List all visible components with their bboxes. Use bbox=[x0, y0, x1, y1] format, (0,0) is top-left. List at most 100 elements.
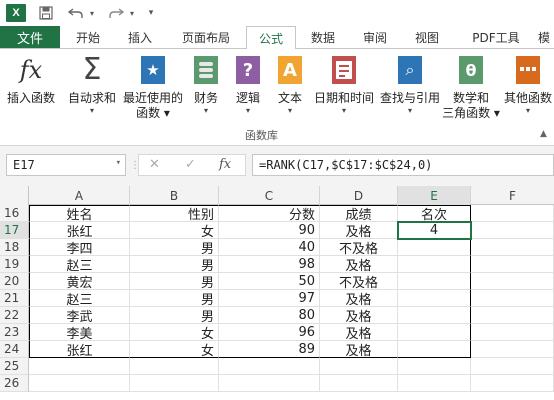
cell-e19[interactable] bbox=[398, 256, 471, 273]
cell-c16[interactable]: 分数 bbox=[219, 205, 320, 222]
tab-view[interactable]: 视图 bbox=[404, 26, 450, 48]
cell-b16[interactable]: 性别 bbox=[130, 205, 219, 222]
cell-e16[interactable]: 名次 bbox=[398, 205, 471, 222]
cell-d26[interactable] bbox=[320, 375, 398, 392]
redo-dropdown-icon[interactable]: ▾ bbox=[126, 3, 138, 23]
insert-function-icon[interactable]: fx bbox=[219, 157, 231, 172]
cell-a26[interactable] bbox=[29, 375, 130, 392]
cell-e21[interactable] bbox=[398, 290, 471, 307]
cell-b17[interactable]: 女 bbox=[130, 222, 219, 239]
cell-c25[interactable] bbox=[219, 358, 320, 375]
undo-icon[interactable] bbox=[66, 3, 86, 23]
undo-dropdown-icon[interactable]: ▾ bbox=[86, 3, 98, 23]
cell-e22[interactable] bbox=[398, 307, 471, 324]
cell-d19[interactable]: 及格 bbox=[320, 256, 398, 273]
cell-a20[interactable]: 黄宏 bbox=[29, 273, 130, 290]
cell-d17[interactable]: 及格 bbox=[320, 222, 398, 239]
cell-e24[interactable] bbox=[398, 341, 471, 358]
cell-f18[interactable] bbox=[471, 239, 554, 256]
row-header[interactable]: 21 bbox=[0, 290, 29, 307]
cell-d20[interactable]: 不及格 bbox=[320, 273, 398, 290]
cell-a16[interactable]: 姓名 bbox=[29, 205, 130, 222]
cell-c18[interactable]: 40 bbox=[219, 239, 320, 256]
cell-c17[interactable]: 90 bbox=[219, 222, 320, 239]
cell-c22[interactable]: 80 bbox=[219, 307, 320, 324]
cell-f24[interactable] bbox=[471, 341, 554, 358]
cell-b23[interactable]: 女 bbox=[130, 324, 219, 341]
cell-f26[interactable] bbox=[471, 375, 554, 392]
cell-b18[interactable]: 男 bbox=[130, 239, 219, 256]
column-header-f[interactable]: F bbox=[471, 186, 554, 205]
math-trig-button[interactable]: θ 数学和 三角函数 ▾ bbox=[440, 55, 502, 121]
cell-d25[interactable] bbox=[320, 358, 398, 375]
cell-b24[interactable]: 女 bbox=[130, 341, 219, 358]
cell-f22[interactable] bbox=[471, 307, 554, 324]
cell-e18[interactable] bbox=[398, 239, 471, 256]
cell-c26[interactable] bbox=[219, 375, 320, 392]
tab-formulas[interactable]: 公式 bbox=[246, 26, 296, 49]
cell-a23[interactable]: 李美 bbox=[29, 324, 130, 341]
autosum-button[interactable]: Σ 自动求和 ▾ bbox=[66, 55, 118, 116]
column-header-b[interactable]: B bbox=[130, 186, 219, 205]
insert-function-button[interactable]: fx 插入函数 bbox=[4, 55, 58, 106]
cell-d24[interactable]: 及格 bbox=[320, 341, 398, 358]
name-box-dropdown-icon[interactable]: ▾ bbox=[116, 158, 121, 168]
cell-e25[interactable] bbox=[398, 358, 471, 375]
tab-overflow[interactable]: 模 bbox=[538, 26, 554, 48]
customize-qat-icon[interactable]: ▾ bbox=[144, 3, 158, 23]
worksheet-grid[interactable]: A B C D E F 16 17 18 19 20 21 22 23 24 2… bbox=[0, 186, 554, 400]
tab-home[interactable]: 开始 bbox=[64, 26, 112, 48]
tab-data[interactable]: 数据 bbox=[300, 26, 346, 48]
tab-review[interactable]: 审阅 bbox=[352, 26, 398, 48]
cell-c20[interactable]: 50 bbox=[219, 273, 320, 290]
cell-b22[interactable]: 男 bbox=[130, 307, 219, 324]
cell-b26[interactable] bbox=[130, 375, 219, 392]
row-header[interactable]: 26 bbox=[0, 375, 29, 392]
tab-file[interactable]: 文件 bbox=[0, 26, 60, 48]
cell-f16[interactable] bbox=[471, 205, 554, 222]
cell-b21[interactable]: 男 bbox=[130, 290, 219, 307]
cell-c19[interactable]: 98 bbox=[219, 256, 320, 273]
row-header[interactable]: 24 bbox=[0, 341, 29, 358]
cell-d21[interactable]: 及格 bbox=[320, 290, 398, 307]
enter-icon[interactable]: ✓ bbox=[185, 157, 196, 172]
cancel-icon[interactable]: ✕ bbox=[149, 157, 160, 172]
cell-b20[interactable]: 男 bbox=[130, 273, 219, 290]
cell-e26[interactable] bbox=[398, 375, 471, 392]
cell-c23[interactable]: 96 bbox=[219, 324, 320, 341]
row-header[interactable]: 18 bbox=[0, 239, 29, 256]
collapse-ribbon-icon[interactable]: ▲ bbox=[540, 129, 547, 139]
cell-f25[interactable] bbox=[471, 358, 554, 375]
row-header[interactable]: 17 bbox=[0, 222, 29, 239]
cell-d16[interactable]: 成绩 bbox=[320, 205, 398, 222]
row-header[interactable]: 20 bbox=[0, 273, 29, 290]
cell-a18[interactable]: 李四 bbox=[29, 239, 130, 256]
cell-d18[interactable]: 不及格 bbox=[320, 239, 398, 256]
cell-e17[interactable]: 4 bbox=[398, 222, 471, 239]
cell-e23[interactable] bbox=[398, 324, 471, 341]
name-box[interactable]: E17 ▾ bbox=[6, 154, 126, 176]
row-header[interactable]: 25 bbox=[0, 358, 29, 375]
date-time-button[interactable]: 日期和时间 ▾ bbox=[312, 55, 376, 116]
lookup-reference-button[interactable]: ⌕ 查找与引用 ▾ bbox=[378, 55, 442, 116]
cell-d22[interactable]: 及格 bbox=[320, 307, 398, 324]
row-header[interactable]: 16 bbox=[0, 205, 29, 222]
cell-a22[interactable]: 李武 bbox=[29, 307, 130, 324]
logical-button[interactable]: ? 逻辑 ▾ bbox=[230, 55, 266, 116]
column-header-d[interactable]: D bbox=[320, 186, 398, 205]
select-all-corner[interactable] bbox=[0, 186, 29, 205]
financial-button[interactable]: 财务 ▾ bbox=[188, 55, 224, 116]
column-header-a[interactable]: A bbox=[29, 186, 130, 205]
redo-icon[interactable] bbox=[106, 3, 126, 23]
cell-e20[interactable] bbox=[398, 273, 471, 290]
column-header-c[interactable]: C bbox=[219, 186, 320, 205]
tab-pdf-tools[interactable]: PDF工具 bbox=[458, 26, 534, 48]
cell-a21[interactable]: 赵三 bbox=[29, 290, 130, 307]
cell-f23[interactable] bbox=[471, 324, 554, 341]
cell-a24[interactable]: 张红 bbox=[29, 341, 130, 358]
text-functions-button[interactable]: A 文本 ▾ bbox=[272, 55, 308, 116]
cell-a25[interactable] bbox=[29, 358, 130, 375]
more-functions-button[interactable]: 其他函数 ▾ bbox=[502, 55, 554, 116]
cell-b25[interactable] bbox=[130, 358, 219, 375]
cell-b19[interactable]: 男 bbox=[130, 256, 219, 273]
